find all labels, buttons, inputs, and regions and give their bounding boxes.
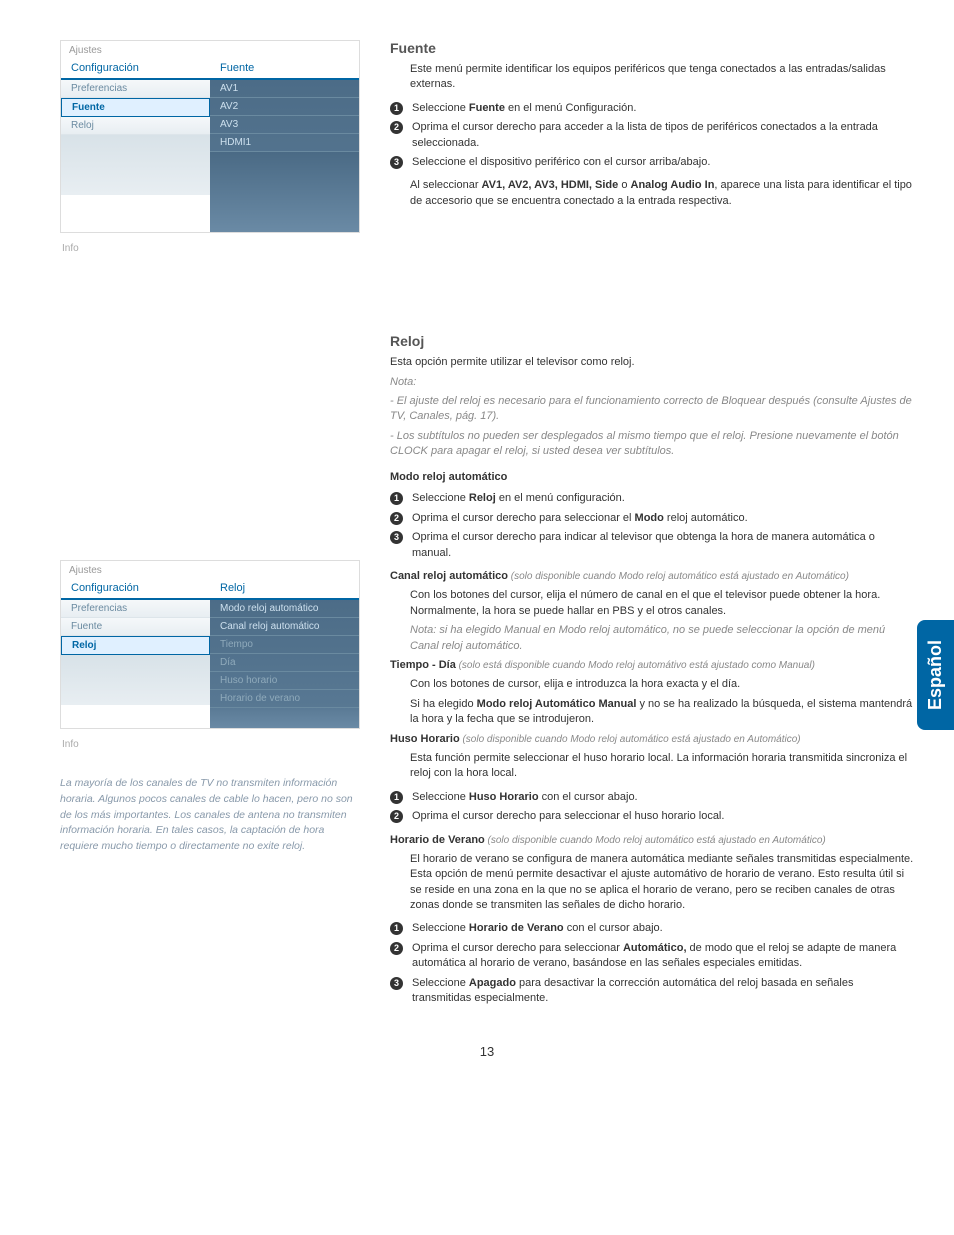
menu-right-item: HDMI1: [210, 134, 359, 152]
menu-right-item: AV1: [210, 80, 359, 98]
info-label: Info: [60, 237, 360, 260]
step-item: 2Oprima el cursor derecho para seleccion…: [390, 809, 914, 824]
step-number-icon: 1: [390, 102, 403, 115]
tiempo-body1: Con los botones de cursor, elija e intro…: [410, 677, 914, 692]
menu-item: Fuente: [61, 618, 210, 636]
side-note: La mayoría de los canales de TV no trans…: [60, 776, 360, 855]
step-item: 3Seleccione Apagado para desactivar la c…: [390, 976, 914, 1007]
menu-right-item: Día: [210, 654, 359, 672]
verano-body: El horario de verano se configura de man…: [410, 852, 914, 914]
heading-fuente: Fuente: [390, 40, 914, 56]
menu-right-item: Canal reloj automático: [210, 618, 359, 636]
menu-right-item: Tiempo: [210, 636, 359, 654]
menu-item: Preferencias: [61, 600, 210, 618]
fuente-note: Al seleccionar AV1, AV2, AV3, HDMI, Side…: [410, 178, 914, 209]
step-number-icon: 2: [390, 942, 403, 955]
right-column: Fuente Este menú permite identificar los…: [390, 40, 914, 1014]
step-number-icon: 3: [390, 977, 403, 990]
canal-nota: Nota: si ha elegido Manual en Modo reloj…: [410, 623, 914, 654]
left-column: Ajustes Configuración Preferencias Fuent…: [60, 40, 360, 1014]
menu-title: Ajustes: [61, 561, 359, 578]
menu-screenshot-reloj: Ajustes Configuración Preferencias Fuent…: [60, 560, 360, 729]
subheading-modo: Modo reloj automático: [390, 471, 914, 483]
menu-right-header: Reloj: [210, 578, 359, 600]
menu-item: Preferencias: [61, 80, 210, 98]
step-item: 1Seleccione Reloj en el menú configuraci…: [390, 491, 914, 506]
menu-right-item: AV2: [210, 98, 359, 116]
menu-right-item: Horario de verano: [210, 690, 359, 708]
language-tab: Español: [917, 620, 954, 730]
fuente-intro: Este menú permite identificar los equipo…: [410, 62, 914, 93]
canal-body: Con los botones del cursor, elija el núm…: [410, 588, 914, 619]
subheading-huso: Huso Horario (solo disponible cuando Mod…: [390, 732, 914, 747]
step-item: 3Oprima el cursor derecho para indicar a…: [390, 530, 914, 561]
menu-right-header: Fuente: [210, 58, 359, 80]
menu-title: Ajustes: [61, 41, 359, 58]
reloj-nota-label: Nota:: [390, 375, 914, 390]
reloj-nota1: - El ajuste del reloj es necesario para …: [390, 394, 914, 425]
step-number-icon: 1: [390, 791, 403, 804]
subheading-verano: Horario de Verano (solo disponible cuand…: [390, 833, 914, 848]
step-item: 3Seleccione el dispositivo periférico co…: [390, 155, 914, 170]
subheading-canal: Canal reloj automático (solo disponible …: [390, 569, 914, 584]
step-number-icon: 3: [390, 156, 403, 169]
tiempo-body2: Si ha elegido Modo reloj Automático Manu…: [410, 697, 914, 728]
menu-right-item: Huso horario: [210, 672, 359, 690]
menu-item-selected: Reloj: [61, 636, 210, 655]
step-item: 1Seleccione Huso Horario con el cursor a…: [390, 790, 914, 805]
step-item: 2Oprima el cursor derecho para seleccion…: [390, 941, 914, 972]
heading-reloj: Reloj: [390, 333, 914, 349]
step-number-icon: 2: [390, 512, 403, 525]
page-number: 13: [60, 1044, 914, 1059]
step-number-icon: 1: [390, 492, 403, 505]
subheading-tiempo: Tiempo - Día (solo está disponible cuand…: [390, 658, 914, 673]
step-number-icon: 2: [390, 121, 403, 134]
step-item: 2Oprima el cursor derecho para acceder a…: [390, 120, 914, 151]
menu-item: Reloj: [61, 117, 210, 135]
step-item: 2Oprima el cursor derecho para seleccion…: [390, 511, 914, 526]
menu-left-header: Configuración: [61, 578, 210, 600]
step-item: 1Seleccione Fuente en el menú Configurac…: [390, 101, 914, 116]
menu-right-item: Modo reloj automático: [210, 600, 359, 618]
menu-screenshot-fuente: Ajustes Configuración Preferencias Fuent…: [60, 40, 360, 233]
reloj-intro: Esta opción permite utilizar el televiso…: [390, 355, 914, 370]
menu-item-selected: Fuente: [61, 98, 210, 117]
step-number-icon: 1: [390, 922, 403, 935]
step-number-icon: 2: [390, 810, 403, 823]
menu-right-item: AV3: [210, 116, 359, 134]
info-label: Info: [60, 733, 360, 756]
step-item: 1Seleccione Horario de Verano con el cur…: [390, 921, 914, 936]
huso-body: Esta función permite seleccionar el huso…: [410, 751, 914, 782]
menu-left-header: Configuración: [61, 58, 210, 80]
step-number-icon: 3: [390, 531, 403, 544]
reloj-nota2: - Los subtítulos no pueden ser desplegad…: [390, 429, 914, 460]
